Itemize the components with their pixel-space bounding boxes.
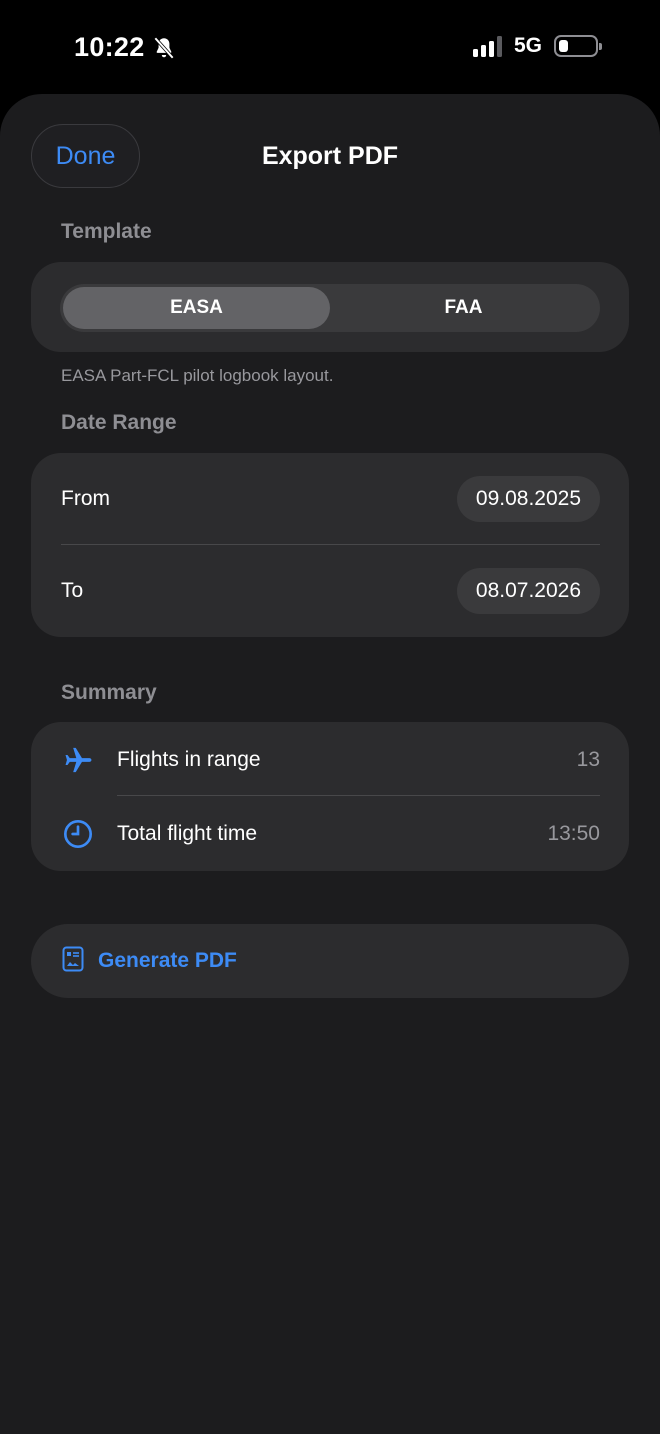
template-segmented-control: EASA FAA <box>60 284 600 332</box>
total-flight-time-row: Total flight time 13:50 <box>61 814 600 854</box>
from-label: From <box>61 487 110 510</box>
total-flight-time-label: Total flight time <box>117 822 258 845</box>
template-footnote: EASA Part-FCL pilot logbook layout. <box>61 366 334 385</box>
status-time-text: 10:22 <box>74 32 145 62</box>
date-range-header: Date Range <box>61 411 177 434</box>
to-row: To 08.07.2026 <box>61 567 600 615</box>
summary-card: Flights in range 13 Total flight time 13… <box>31 722 629 871</box>
status-bar: 10:22 5G <box>0 0 660 94</box>
battery-icon <box>554 35 602 57</box>
summary-header: Summary <box>61 681 157 704</box>
battery-level <box>559 40 568 52</box>
status-time: 10:22 <box>74 32 177 63</box>
export-pdf-sheet: Done Export PDF Template EASA FAA EASA P… <box>0 94 660 1434</box>
template-card: EASA FAA <box>31 262 629 352</box>
segment-faa[interactable]: FAA <box>330 287 597 329</box>
status-indicators: 5G <box>472 34 602 58</box>
total-flight-time-value: 13:50 <box>547 822 600 845</box>
to-date-picker[interactable]: 08.07.2026 <box>456 568 600 614</box>
divider <box>61 544 600 545</box>
clock-icon <box>61 817 95 851</box>
bell-muted-icon <box>153 36 174 59</box>
generate-pdf-button[interactable]: Generate PDF <box>31 924 629 998</box>
document-icon <box>62 946 84 977</box>
to-label: To <box>61 579 84 602</box>
sheet-title: Export PDF <box>261 142 399 170</box>
flights-in-range-value: 13 <box>576 748 600 771</box>
divider <box>117 795 600 796</box>
airplane-icon <box>61 743 95 777</box>
flights-in-range-label: Flights in range <box>117 748 261 771</box>
template-header: Template <box>61 220 152 243</box>
from-date-picker[interactable]: 09.08.2025 <box>456 476 600 522</box>
generate-pdf-label: Generate PDF <box>98 949 237 972</box>
cellular-signal-icon <box>472 35 502 57</box>
segment-easa[interactable]: EASA <box>63 287 330 329</box>
date-range-card: From 09.08.2025 To 08.07.2026 <box>31 453 629 637</box>
flights-in-range-row: Flights in range 13 <box>61 740 600 780</box>
from-row: From 09.08.2025 <box>61 475 600 523</box>
network-type: 5G <box>513 34 542 57</box>
